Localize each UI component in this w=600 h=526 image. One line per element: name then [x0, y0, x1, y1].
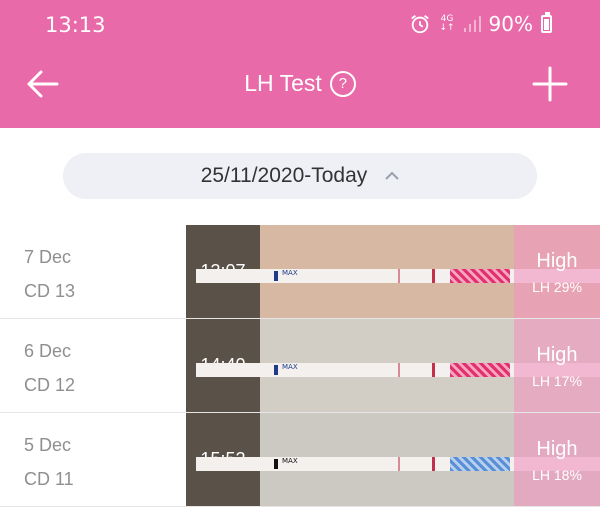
row-date: 7 Dec	[24, 247, 72, 267]
test-line	[432, 269, 435, 283]
result-lh-percent: LH 18%	[532, 467, 582, 483]
battery-percent: 90%	[488, 12, 533, 36]
control-line	[398, 269, 400, 283]
result-badge: High LH 18%	[514, 413, 600, 506]
chevron-up-icon	[385, 171, 399, 180]
status-time: 13:13	[45, 13, 106, 37]
strip-max-mark: MAX	[274, 270, 306, 281]
battery-icon	[541, 12, 552, 33]
absorbent-pad	[450, 457, 510, 471]
app-header: 13:13 4G ↓↑ 90% LH Test ?	[0, 0, 600, 128]
strip-max-mark: MAX	[274, 458, 306, 469]
status-icons: 4G ↓↑ 90%	[409, 12, 552, 36]
absorbent-pad	[450, 363, 510, 377]
test-line	[432, 363, 435, 377]
control-line	[398, 457, 400, 471]
date-range-label: 25/11/2020-Today	[200, 164, 368, 187]
result-lh-percent: LH 17%	[532, 373, 582, 389]
control-line	[398, 363, 400, 377]
date-range-selector[interactable]: 25/11/2020-Today	[63, 153, 537, 199]
data-arrows: ↓↑	[439, 23, 455, 33]
result-badge: High LH 29%	[514, 225, 600, 318]
strip-max-mark: MAX	[274, 364, 306, 375]
add-icon[interactable]	[532, 66, 568, 102]
row-date: 5 Dec	[24, 435, 72, 455]
page-title-text: LH Test	[244, 70, 322, 96]
signal-icon	[463, 16, 481, 32]
result-lh-percent: LH 29%	[532, 279, 582, 295]
test-row[interactable]: 5 Dec CD 11 15:52 MAX High LH 18%	[0, 413, 600, 507]
test-row[interactable]: 6 Dec CD 12 14:40 MAX High LH 17%	[0, 319, 600, 413]
row-date: 6 Dec	[24, 341, 72, 361]
result-level: High	[536, 438, 578, 460]
result-badge: High LH 17%	[514, 319, 600, 412]
row-cycle-day: CD 12	[24, 375, 76, 395]
page-title: LH Test ?	[0, 70, 600, 97]
row-cycle-day: CD 11	[24, 469, 74, 489]
test-row[interactable]: 7 Dec CD 13 13:07 MAX High LH 29%	[0, 225, 600, 319]
result-level: High	[536, 250, 578, 272]
network-icon: 4G ↓↑	[439, 15, 454, 33]
row-cycle-day: CD 13	[24, 281, 76, 301]
row-divider	[0, 506, 600, 507]
alarm-icon	[411, 15, 430, 34]
help-icon[interactable]: ?	[329, 70, 356, 97]
result-level: High	[536, 344, 578, 366]
absorbent-pad	[450, 269, 510, 283]
test-line	[432, 457, 435, 471]
